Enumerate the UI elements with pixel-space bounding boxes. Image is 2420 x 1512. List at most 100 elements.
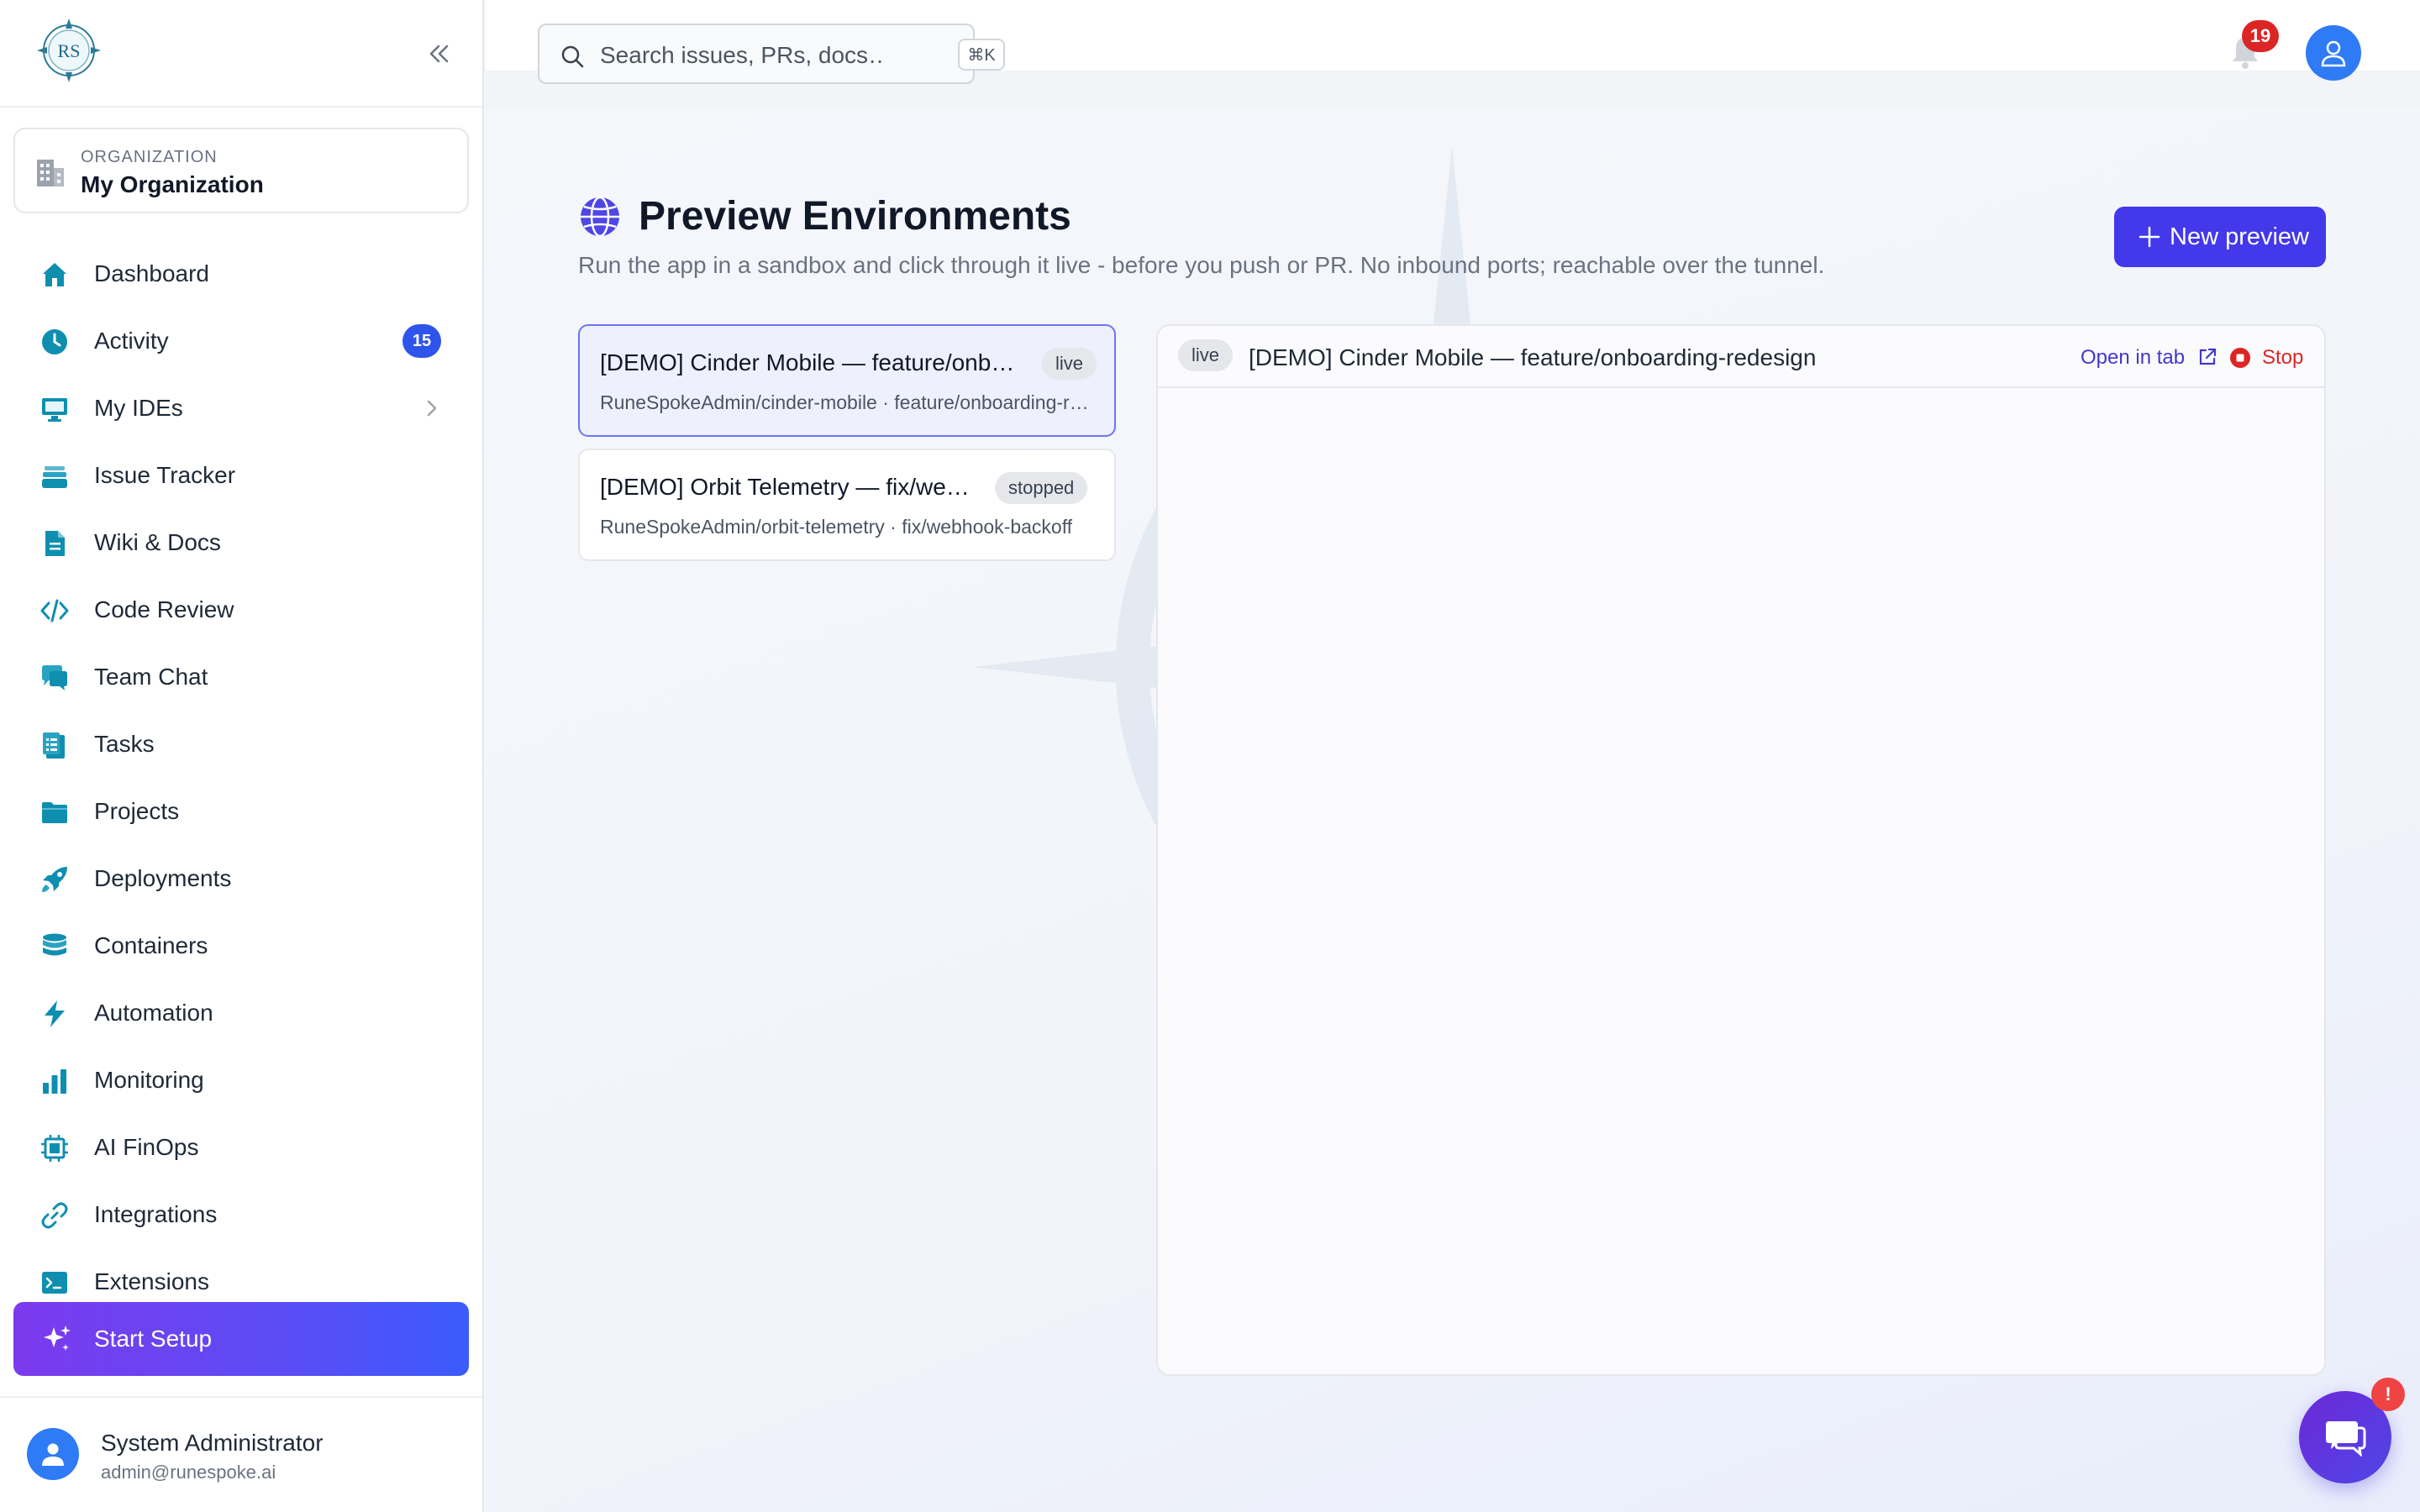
sidebar-item-wiki-docs[interactable]: Wiki & Docs xyxy=(13,512,469,573)
user-menu-avatar[interactable] xyxy=(2306,25,2361,81)
sidebar-item-label: Deployments xyxy=(94,865,232,891)
database-icon xyxy=(39,931,71,963)
code-icon xyxy=(39,595,71,627)
main-content: Preview Environments Run the app in a sa… xyxy=(486,113,2420,1512)
home-icon xyxy=(39,259,71,291)
chat-icon xyxy=(39,662,71,694)
svg-text:RS: RS xyxy=(58,40,81,61)
organization-label: ORGANIZATION xyxy=(81,148,218,166)
sparkles-icon xyxy=(44,1326,71,1351)
sidebar-item-containers[interactable]: Containers xyxy=(13,916,469,976)
preview-title: [DEMO] Cinder Mobile — feature/onboardin… xyxy=(1249,344,1817,370)
sidebar-item-label: Extensions xyxy=(94,1268,209,1294)
environment-card[interactable]: [DEMO] Orbit Telemetry — fix/webhook-bac… xyxy=(578,449,1116,561)
external-link-icon[interactable] xyxy=(2196,346,2218,368)
rocket-icon xyxy=(39,864,71,895)
search-shortcut-hint: ⌘K xyxy=(958,39,1005,71)
sidebar-item-automation[interactable]: Automation xyxy=(13,983,469,1043)
folder-icon xyxy=(39,796,71,828)
sidebar-item-integrations[interactable]: Integrations xyxy=(13,1184,469,1245)
new-preview-button[interactable]: New preview xyxy=(2114,207,2326,267)
environment-title: [DEMO] Cinder Mobile — feature/onboardin… xyxy=(600,349,1020,375)
sidebar-item-activity[interactable]: Activity 15 xyxy=(13,311,469,371)
sidebar-item-ai-finops[interactable]: AI FinOps xyxy=(13,1117,469,1178)
sidebar-item-projects[interactable]: Projects xyxy=(13,781,469,842)
global-search[interactable]: ⌘K xyxy=(538,24,1005,84)
sidebar-item-label: Automation xyxy=(94,1000,213,1026)
page-title: Preview Environments xyxy=(639,194,1071,239)
sidebar-item-label: Tasks xyxy=(94,731,155,757)
sidebar-item-label: Containers xyxy=(94,932,208,958)
sidebar-item-label: AI FinOps xyxy=(94,1134,199,1160)
environment-card[interactable]: [DEMO] Cinder Mobile — feature/onboardin… xyxy=(578,324,1116,437)
top-bar: ⌘K 19 xyxy=(486,0,2420,109)
page-subtitle: Run the app in a sandbox and click throu… xyxy=(578,252,1825,278)
logo-row: RS xyxy=(0,0,482,92)
chat-bubbles-icon xyxy=(2326,1421,2366,1457)
search-input[interactable] xyxy=(600,39,886,72)
activity-count-badge: 15 xyxy=(402,324,441,358)
status-badge: stopped xyxy=(995,472,1088,504)
start-setup-label: Start Setup xyxy=(94,1326,213,1352)
clipboard-icon xyxy=(39,729,71,761)
preview-header: live [DEMO] Cinder Mobile — feature/onbo… xyxy=(1158,326,2324,388)
bolt-icon xyxy=(39,998,71,1030)
sidebar-item-label: Activity xyxy=(94,328,169,354)
divider xyxy=(0,1396,482,1398)
sidebar-item-team-chat[interactable]: Team Chat xyxy=(13,647,469,707)
sidebar-item-deployments[interactable]: Deployments xyxy=(13,848,469,909)
organization-name: My Organization xyxy=(81,171,264,197)
clock-icon xyxy=(39,326,71,358)
user-email: admin@runespoke.ai xyxy=(101,1462,276,1483)
chevron-right-icon xyxy=(427,400,437,417)
sidebar: RS ORGANIZATION My Organization Dashboar… xyxy=(0,0,484,1512)
brand-logo[interactable]: RS xyxy=(34,17,104,87)
sidebar-item-label: Wiki & Docs xyxy=(94,529,221,555)
building-icon xyxy=(37,160,64,186)
plus-icon xyxy=(2139,226,2160,248)
preview-panel: live [DEMO] Cinder Mobile — feature/onbo… xyxy=(1156,324,2326,1376)
status-badge: live xyxy=(1042,348,1097,380)
stop-button[interactable]: Stop xyxy=(2262,346,2303,370)
monitor-icon xyxy=(39,393,71,425)
sidebar-item-label: Team Chat xyxy=(94,664,208,690)
status-badge: live xyxy=(1178,339,1234,371)
start-setup-button[interactable]: Start Setup xyxy=(13,1302,469,1376)
environment-repo-branch: RuneSpokeAdmin/cinder-mobile · feature/o… xyxy=(600,391,1097,413)
avatar[interactable] xyxy=(27,1428,79,1480)
notification-count-badge: 19 xyxy=(2242,20,2279,52)
user-icon xyxy=(42,1443,64,1466)
user-icon xyxy=(2321,40,2346,67)
sidebar-item-code-review[interactable]: Code Review xyxy=(13,580,469,640)
sidebar-item-tasks[interactable]: Tasks xyxy=(13,714,469,774)
bar-chart-icon xyxy=(39,1065,71,1097)
document-icon xyxy=(39,528,71,559)
globe-icon xyxy=(581,196,619,238)
chat-alert-badge: ! xyxy=(2371,1378,2405,1411)
new-preview-label: New preview xyxy=(2170,223,2309,250)
chip-icon xyxy=(39,1132,71,1164)
sidebar-item-label: Code Review xyxy=(94,596,234,622)
link-icon xyxy=(39,1200,71,1231)
environment-repo-branch: RuneSpokeAdmin/orbit-telemetry · fix/web… xyxy=(600,516,1073,538)
collapse-sidebar-button[interactable] xyxy=(420,35,457,72)
user-name: System Administrator xyxy=(101,1430,324,1456)
sidebar-item-label: Issue Tracker xyxy=(94,462,236,488)
terminal-icon xyxy=(39,1267,71,1299)
sidebar-item-label: My IDEs xyxy=(94,395,183,421)
sidebar-item-issue-tracker[interactable]: Issue Tracker xyxy=(13,445,469,506)
divider xyxy=(0,106,482,108)
sidebar-item-monitoring[interactable]: Monitoring xyxy=(13,1050,469,1110)
double-chevron-left-icon xyxy=(429,45,449,63)
sidebar-item-label: Dashboard xyxy=(94,260,209,286)
open-in-tab-link[interactable]: Open in tab xyxy=(2081,346,2185,370)
sidebar-item-label: Integrations xyxy=(94,1201,218,1227)
sidebar-item-label: Monitoring xyxy=(94,1067,204,1093)
stop-icon[interactable] xyxy=(2228,346,2252,370)
sidebar-item-label: Projects xyxy=(94,798,180,824)
organization-switcher[interactable]: ORGANIZATION My Organization xyxy=(13,128,469,213)
sidebar-item-my-ides[interactable]: My IDEs xyxy=(13,378,469,438)
environment-title: [DEMO] Orbit Telemetry — fix/webhook-bac… xyxy=(600,474,978,500)
stack-icon xyxy=(39,460,71,492)
sidebar-item-dashboard[interactable]: Dashboard xyxy=(13,244,469,304)
